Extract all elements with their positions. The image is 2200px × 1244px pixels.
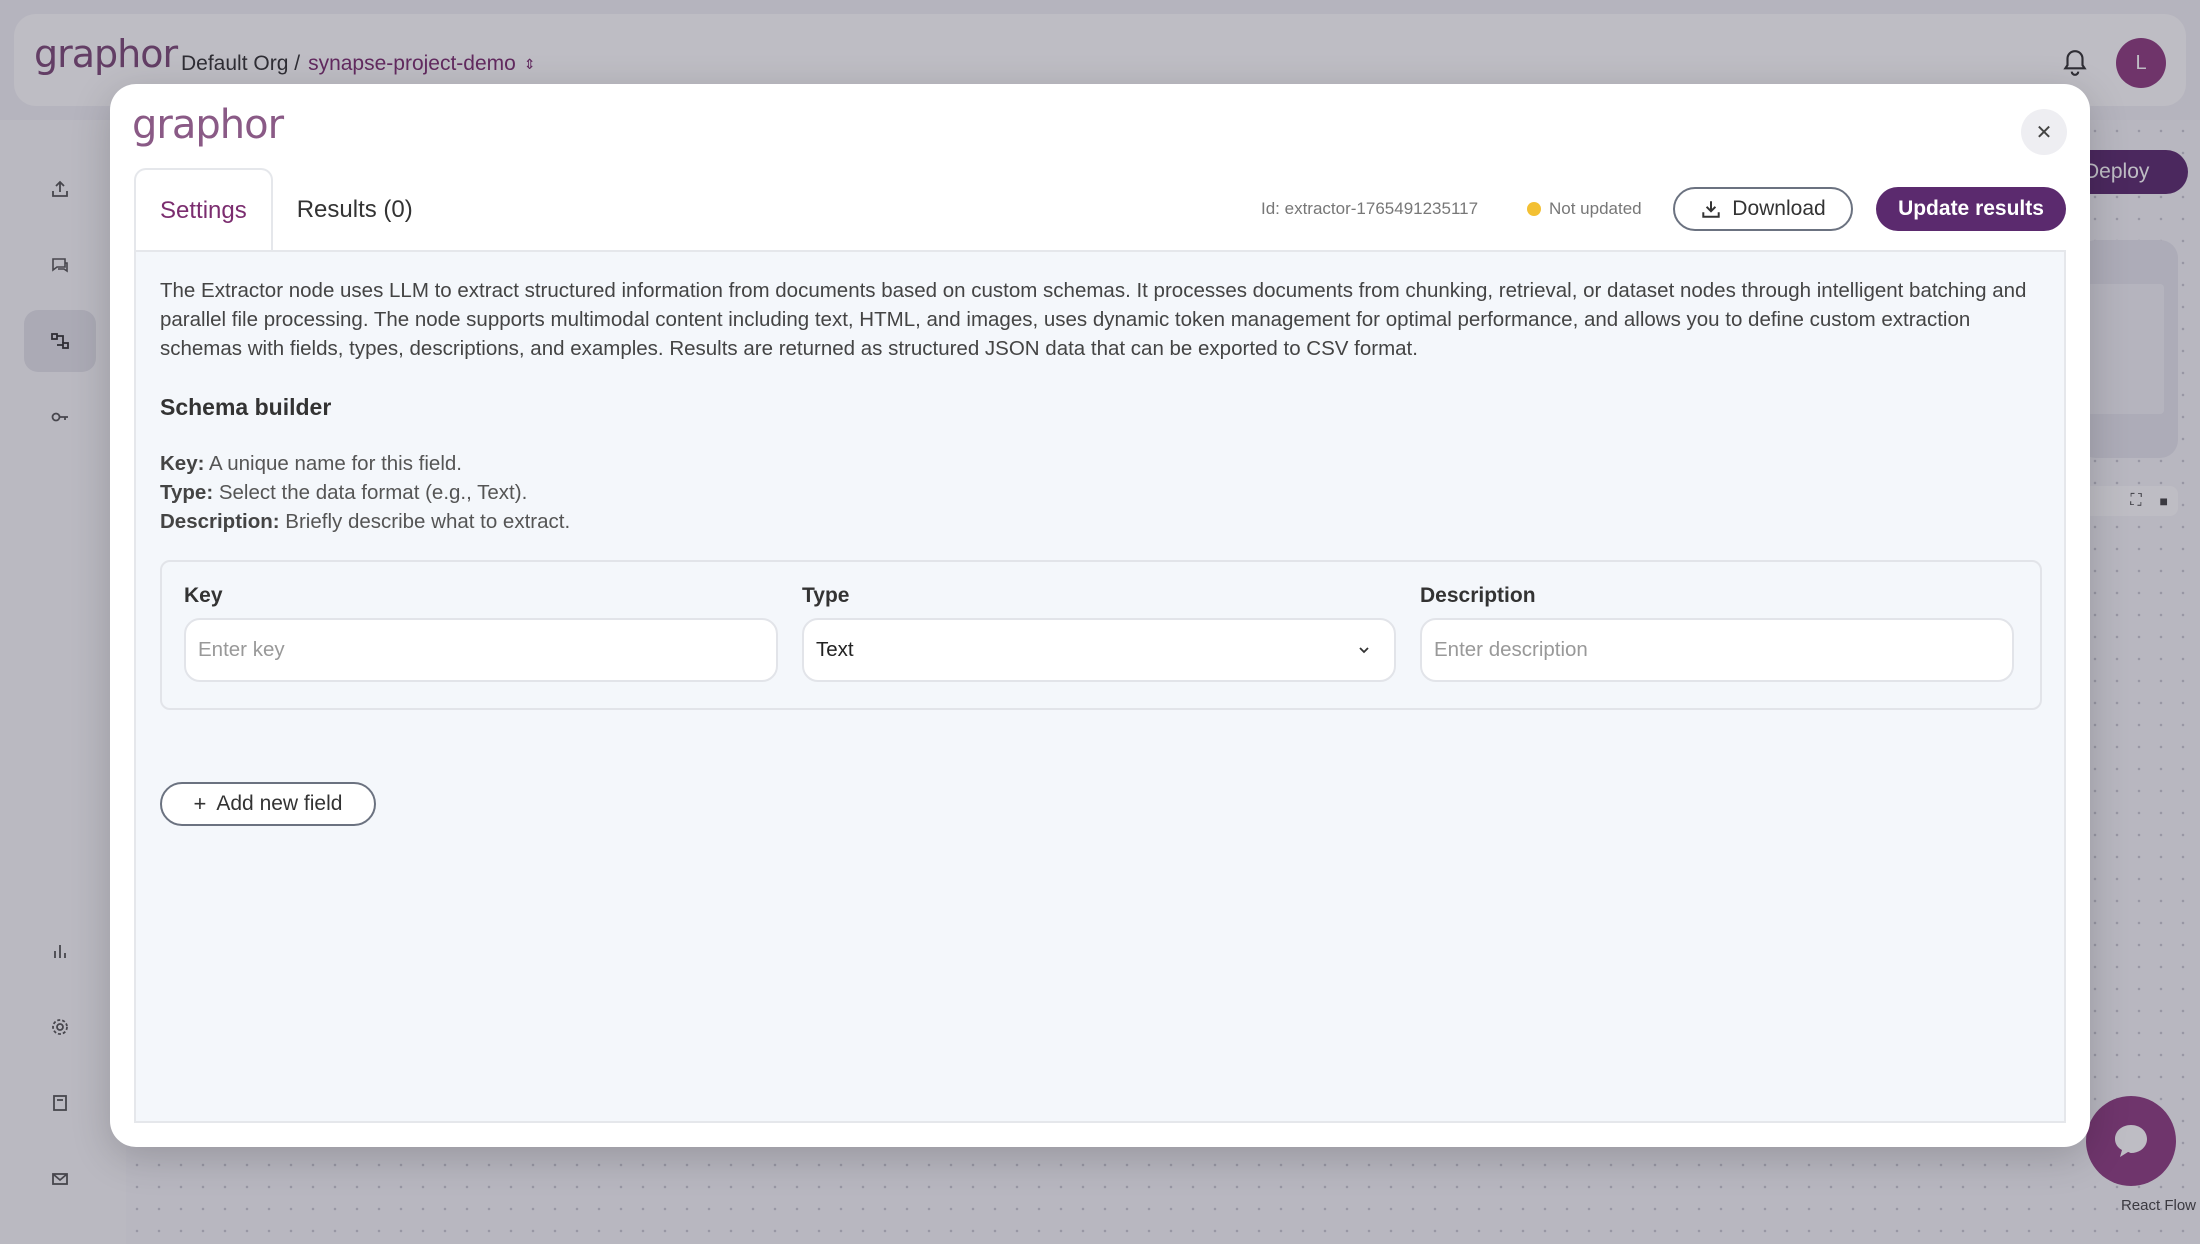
extractor-modal: graphor ✕ Settings Results (0) Id: extra…	[110, 84, 2090, 1147]
node-id: Id: extractor-1765491235117	[1261, 199, 1479, 218]
close-button[interactable]: ✕	[2021, 109, 2067, 155]
type-value: Text	[816, 638, 854, 661]
schema-builder-title: Schema builder	[160, 394, 332, 420]
help-key-label: Key:	[160, 452, 205, 475]
key-input[interactable]: Enter key	[184, 618, 778, 682]
description-column: Description Enter description	[1420, 584, 2014, 682]
schema-help: Key: A unique name for this field. Type:…	[160, 449, 570, 536]
status-text: Not updated	[1549, 199, 1642, 218]
help-key-text: A unique name for this field.	[204, 452, 462, 475]
download-button[interactable]: Download	[1673, 187, 1853, 231]
close-icon: ✕	[2035, 121, 2053, 144]
download-icon	[1702, 201, 1720, 218]
type-select[interactable]: Text	[802, 618, 1396, 682]
help-type-label: Type:	[160, 481, 214, 504]
plus-icon: +	[193, 791, 207, 816]
status-badge: Not updated	[1527, 199, 1642, 219]
help-desc-text: Briefly describe what to extract.	[279, 510, 571, 533]
chevron-down-icon	[1359, 647, 1369, 654]
type-label: Type	[802, 584, 850, 607]
add-field-label: Add new field	[216, 792, 343, 815]
tab-settings[interactable]: Settings	[134, 168, 273, 254]
node-description: The Extractor node uses LLM to extract s…	[160, 279, 2027, 360]
modal-tabs: Settings Results (0)	[134, 168, 437, 254]
status-dot-icon	[1527, 202, 1541, 216]
help-desc-label: Description:	[160, 510, 280, 533]
description-label: Description	[1420, 584, 1536, 607]
help-type-text: Select the data format (e.g., Text).	[213, 481, 528, 504]
settings-panel: The Extractor node uses LLM to extract s…	[134, 250, 2066, 1123]
add-new-field-button[interactable]: + Add new field	[160, 782, 376, 826]
update-results-button[interactable]: Update results	[1876, 187, 2066, 231]
tab-results[interactable]: Results (0)	[273, 168, 437, 252]
key-label: Key	[184, 584, 223, 607]
type-column: Type Text	[802, 584, 1396, 682]
schema-field-row: Key Enter key Type Text Description Ente…	[160, 560, 2042, 710]
download-label: Download	[1732, 197, 1826, 220]
modal-logo: graphor	[132, 102, 284, 148]
description-input[interactable]: Enter description	[1420, 618, 2014, 682]
key-column: Key Enter key	[184, 584, 778, 682]
